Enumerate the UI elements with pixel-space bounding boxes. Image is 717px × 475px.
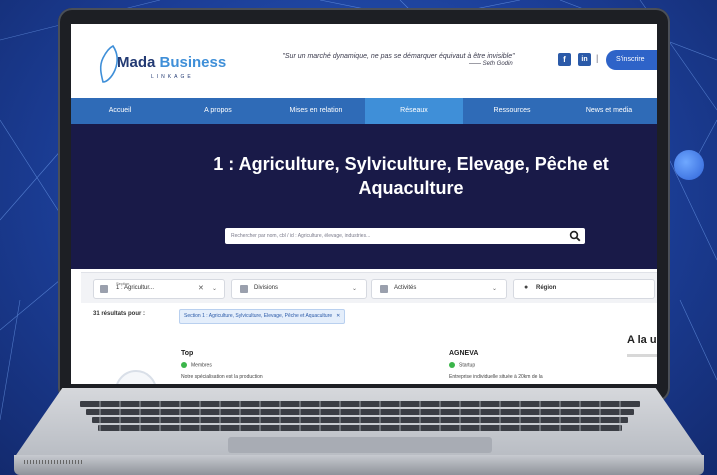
card-title[interactable]: AGNEVA <box>449 350 478 357</box>
search-bar <box>225 228 585 244</box>
browser-screen: Mada Business LINKAGE "Sur un marché dyn… <box>71 24 657 384</box>
active-filter-tag[interactable]: Section 1 : Agriculture, Sylviculture, E… <box>179 309 346 324</box>
signup-button[interactable]: S'inscrire <box>606 50 657 70</box>
search-icon[interactable] <box>569 230 581 242</box>
chevron-down-icon[interactable]: ⌄ <box>352 285 357 292</box>
card-description: Notre spécialisation est la production <box>181 374 263 380</box>
keyboard-keys <box>80 401 640 431</box>
facebook-icon[interactable]: f <box>558 53 571 66</box>
nav-item-news-et-media[interactable]: News et media <box>561 98 657 124</box>
remove-filter-icon[interactable]: ✕ <box>336 313 340 319</box>
speaker-grill <box>24 460 84 464</box>
logo-name: Mada Business <box>117 54 227 71</box>
quote-author: —— Seth Godin <box>469 61 513 67</box>
avatar <box>115 370 157 384</box>
linkedin-icon[interactable]: in <box>578 53 591 66</box>
page-title: 1 : Agriculture, Sylviculture, Elevage, … <box>213 154 609 198</box>
region-select-value: Région <box>536 285 557 291</box>
region-select[interactable]: ● Région <box>513 279 655 299</box>
status-check-icon <box>181 362 187 368</box>
site-header: Mada Business LINKAGE "Sur un marché dyn… <box>71 24 657 98</box>
sidebar-heading: A la u <box>627 334 657 346</box>
glowing-orb-decoration <box>674 150 704 180</box>
logo-subtitle: LINKAGE <box>151 74 194 80</box>
filter-bar: Section 1 : Agricultur... ✕ ⌄ Divisions … <box>81 272 657 303</box>
card-status: Membres <box>181 362 212 368</box>
grid-icon <box>380 285 388 293</box>
nav-item-a-propos[interactable]: A propos <box>169 98 267 124</box>
nav-item-reseaux[interactable]: Réseaux <box>365 98 463 124</box>
grid-icon <box>100 285 108 293</box>
chevron-down-icon[interactable]: ⌄ <box>492 285 497 292</box>
nav-item-accueil[interactable]: Accueil <box>71 98 169 124</box>
site-logo[interactable]: Mada Business LINKAGE <box>95 44 245 84</box>
nav-item-mises-en-relation[interactable]: Mises en relation <box>267 98 365 124</box>
laptop-trackpad <box>228 437 492 453</box>
nav-item-ressources[interactable]: Ressources <box>463 98 561 124</box>
chevron-down-icon[interactable]: ⌄ <box>212 285 217 292</box>
sidebar-divider <box>627 354 657 357</box>
laptop-base-edge <box>14 455 704 475</box>
division-select-value: Divisions <box>254 285 279 291</box>
card-description: Entreprise individuelle située à 20km de… <box>449 374 543 380</box>
card-status: Startup <box>449 362 475 368</box>
hero-banner: 1 : Agriculture, Sylviculture, Elevage, … <box>71 124 657 269</box>
results-row: 31 résultats pour : Section 1 : Agricult… <box>71 306 657 326</box>
division-select[interactable]: Divisions ⌄ <box>231 279 367 299</box>
section-select-value: 1 : Agricultur... <box>116 285 155 291</box>
search-input[interactable] <box>231 229 551 243</box>
activity-select-value: Activités <box>394 285 417 291</box>
activity-select[interactable]: Activités ⌄ <box>371 279 507 299</box>
location-pin-icon: ● <box>524 284 529 291</box>
clear-icon[interactable]: ✕ <box>198 284 204 292</box>
header-separator: | <box>596 53 599 63</box>
grid-icon <box>240 285 248 293</box>
section-select[interactable]: Section 1 : Agricultur... ✕ ⌄ <box>93 279 225 299</box>
main-nav: Accueil A propos Mises en relation Résea… <box>71 98 657 124</box>
results-count: 31 résultats pour : <box>93 311 146 317</box>
status-check-icon <box>449 362 455 368</box>
card-title[interactable]: Top <box>181 350 193 357</box>
